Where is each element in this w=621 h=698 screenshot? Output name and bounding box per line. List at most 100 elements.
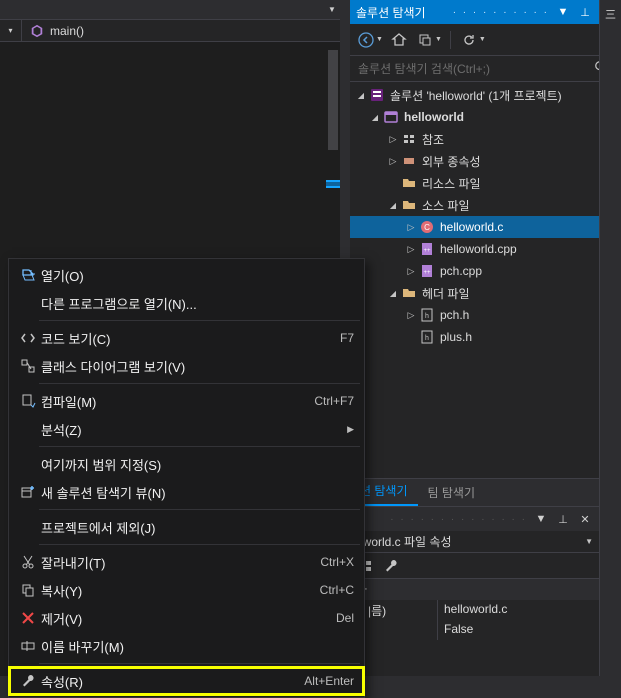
panel-menu-dropdown[interactable]: ▼ <box>555 6 571 18</box>
tree-project-node[interactable]: helloworld <box>350 106 621 128</box>
menu-label: 제거(V) <box>41 609 336 628</box>
tree-file-helloworld-c[interactable]: C helloworld.c <box>350 216 621 238</box>
expander-icon[interactable] <box>404 244 418 255</box>
refs-ext-icon <box>400 152 418 170</box>
collapsed-panel-strip[interactable]: 三 <box>599 0 621 676</box>
properties-row[interactable]: False <box>350 620 599 640</box>
menu-delete[interactable]: 제거(V) Del <box>9 604 364 632</box>
back-icon[interactable] <box>354 28 378 52</box>
panel-menu-dropdown[interactable]: ▼ <box>533 513 549 525</box>
scope-selector[interactable]: main() <box>22 20 92 41</box>
properties-object-row[interactable]: oworld.c 파일 속성 ▼ <box>350 531 599 553</box>
properties-value[interactable]: helloworld.c <box>438 600 599 620</box>
menu-shortcut: Alt+Enter <box>304 674 354 688</box>
tree-label: 소스 파일 <box>422 197 470 214</box>
back-dropdown[interactable]: ▼ <box>376 36 383 43</box>
expander-icon[interactable] <box>404 310 418 321</box>
tree-source-folder[interactable]: 소스 파일 <box>350 194 621 216</box>
expander-icon[interactable] <box>386 200 400 210</box>
open-icon <box>15 267 41 283</box>
method-icon <box>30 24 44 38</box>
menu-open-with[interactable]: 다른 프로그램으로 열기(N)... <box>9 289 364 317</box>
tree-label: 솔루션 'helloworld' (1개 프로젝트) <box>390 87 562 104</box>
tree-ext-deps-node[interactable]: 외부 종속성 <box>350 150 621 172</box>
menu-label: 속성(R) <box>41 672 304 691</box>
rename-icon <box>15 638 41 654</box>
tab-overflow-dropdown[interactable]: ▼ <box>324 5 340 14</box>
explorer-bottom-tabs: 션 탐색기 팀 탐색기 <box>350 478 599 506</box>
expander-icon[interactable] <box>354 90 368 100</box>
menu-class-diagram[interactable]: 클래스 다이어그램 보기(V) <box>9 352 364 380</box>
properties-object-dropdown[interactable]: ▼ <box>585 537 593 546</box>
compile-icon <box>15 393 41 409</box>
menu-shortcut: Ctrl+X <box>320 555 354 569</box>
pin-icon[interactable]: ⊥ <box>577 6 593 19</box>
close-icon[interactable]: ✕ <box>577 513 593 526</box>
pin-icon[interactable]: ⊥ <box>555 513 571 526</box>
menu-view-code[interactable]: 코드 보기(C) F7 <box>9 324 364 352</box>
tree-file-helloworld-cpp[interactable]: ++ helloworld.cpp <box>350 238 621 260</box>
tree-file-pch-cpp[interactable]: ++ pch.cpp <box>350 260 621 282</box>
tree-header-folder[interactable]: 헤더 파일 <box>350 282 621 304</box>
scope-left-dropdown[interactable]: ▾ <box>0 20 22 41</box>
menu-separator <box>39 544 360 545</box>
tab-team-explorer[interactable]: 팀 탐색기 <box>418 479 486 506</box>
expander-icon[interactable] <box>368 112 382 122</box>
tree-label: 헤더 파일 <box>422 285 470 302</box>
menu-shortcut: Ctrl+F7 <box>314 394 354 408</box>
h-file-icon: h <box>418 328 436 346</box>
wrench-icon[interactable] <box>380 555 402 577</box>
menu-label: 열기(O) <box>41 266 354 285</box>
solution-explorer-search-input[interactable] <box>354 62 590 76</box>
properties-object-label: oworld.c 파일 속성 <box>356 533 452 550</box>
home-icon[interactable] <box>387 28 411 52</box>
expander-icon[interactable] <box>386 156 400 167</box>
menu-label: 복사(Y) <box>41 581 320 600</box>
right-panels: 솔루션 탐색기 · · · · · · · · · · ▼ ⊥ ✕ ▼ ▼ ▼ … <box>346 0 621 676</box>
menu-label: 컴파일(M) <box>41 392 314 411</box>
tree-resource-folder[interactable]: 리소스 파일 <box>350 172 621 194</box>
tree-label: 참조 <box>422 131 444 148</box>
menu-open[interactable]: 열기(O) <box>9 261 364 289</box>
expander-icon[interactable] <box>386 288 400 298</box>
refresh-icon[interactable] <box>457 28 481 52</box>
code-icon <box>15 330 41 346</box>
tree-label: 외부 종속성 <box>422 153 481 170</box>
sync-icon[interactable] <box>413 28 437 52</box>
menu-copy[interactable]: 복사(Y) Ctrl+C <box>9 576 364 604</box>
editor-scroll-marker <box>326 180 340 188</box>
h-file-icon: h <box>418 306 436 324</box>
menu-exclude[interactable]: 프로젝트에서 제외(J) <box>9 513 364 541</box>
newview-icon <box>15 484 41 500</box>
tree-solution-node[interactable]: 솔루션 'helloworld' (1개 프로젝트) <box>350 84 621 106</box>
folder-icon <box>400 284 418 302</box>
menu-separator <box>39 663 360 664</box>
menu-analyze[interactable]: 분석(Z) ▶ <box>9 415 364 443</box>
menu-properties[interactable]: 속성(R) Alt+Enter <box>9 667 364 695</box>
menu-new-view[interactable]: 새 솔루션 탐색기 뷰(N) <box>9 478 364 506</box>
menu-separator <box>39 320 360 321</box>
tree-label: 리소스 파일 <box>422 175 481 192</box>
properties-category[interactable]: 타 <box>350 579 599 600</box>
tree-references-node[interactable]: 참조 <box>350 128 621 150</box>
tree-file-pch-h[interactable]: h pch.h <box>350 304 621 326</box>
properties-value[interactable]: False <box>438 620 599 640</box>
wrench-icon <box>15 673 41 689</box>
editor-scrollbar-thumb[interactable] <box>328 50 338 150</box>
menu-compile[interactable]: 컴파일(M) Ctrl+F7 <box>9 387 364 415</box>
solution-icon <box>368 86 386 104</box>
expander-icon[interactable] <box>404 222 418 233</box>
sync-dropdown[interactable]: ▼ <box>435 36 442 43</box>
tree-file-plus-h[interactable]: h plus.h <box>350 326 621 348</box>
menu-scope-to[interactable]: 여기까지 범위 지정(S) <box>9 450 364 478</box>
properties-row[interactable]: |름) helloworld.c <box>350 600 599 620</box>
expander-icon[interactable] <box>404 266 418 277</box>
refresh-dropdown[interactable]: ▼ <box>479 36 486 43</box>
menu-cut[interactable]: 잘라내기(T) Ctrl+X <box>9 548 364 576</box>
menu-rename[interactable]: 이름 바꾸기(M) <box>9 632 364 660</box>
menu-label: 클래스 다이어그램 보기(V) <box>41 357 354 376</box>
properties-titlebar[interactable]: · · · · · · · · · · · · · · ▼ ⊥ ✕ <box>350 507 599 531</box>
scope-label: main() <box>50 24 84 38</box>
solution-explorer-titlebar[interactable]: 솔루션 탐색기 · · · · · · · · · · ▼ ⊥ ✕ <box>350 0 621 24</box>
expander-icon[interactable] <box>386 134 400 145</box>
